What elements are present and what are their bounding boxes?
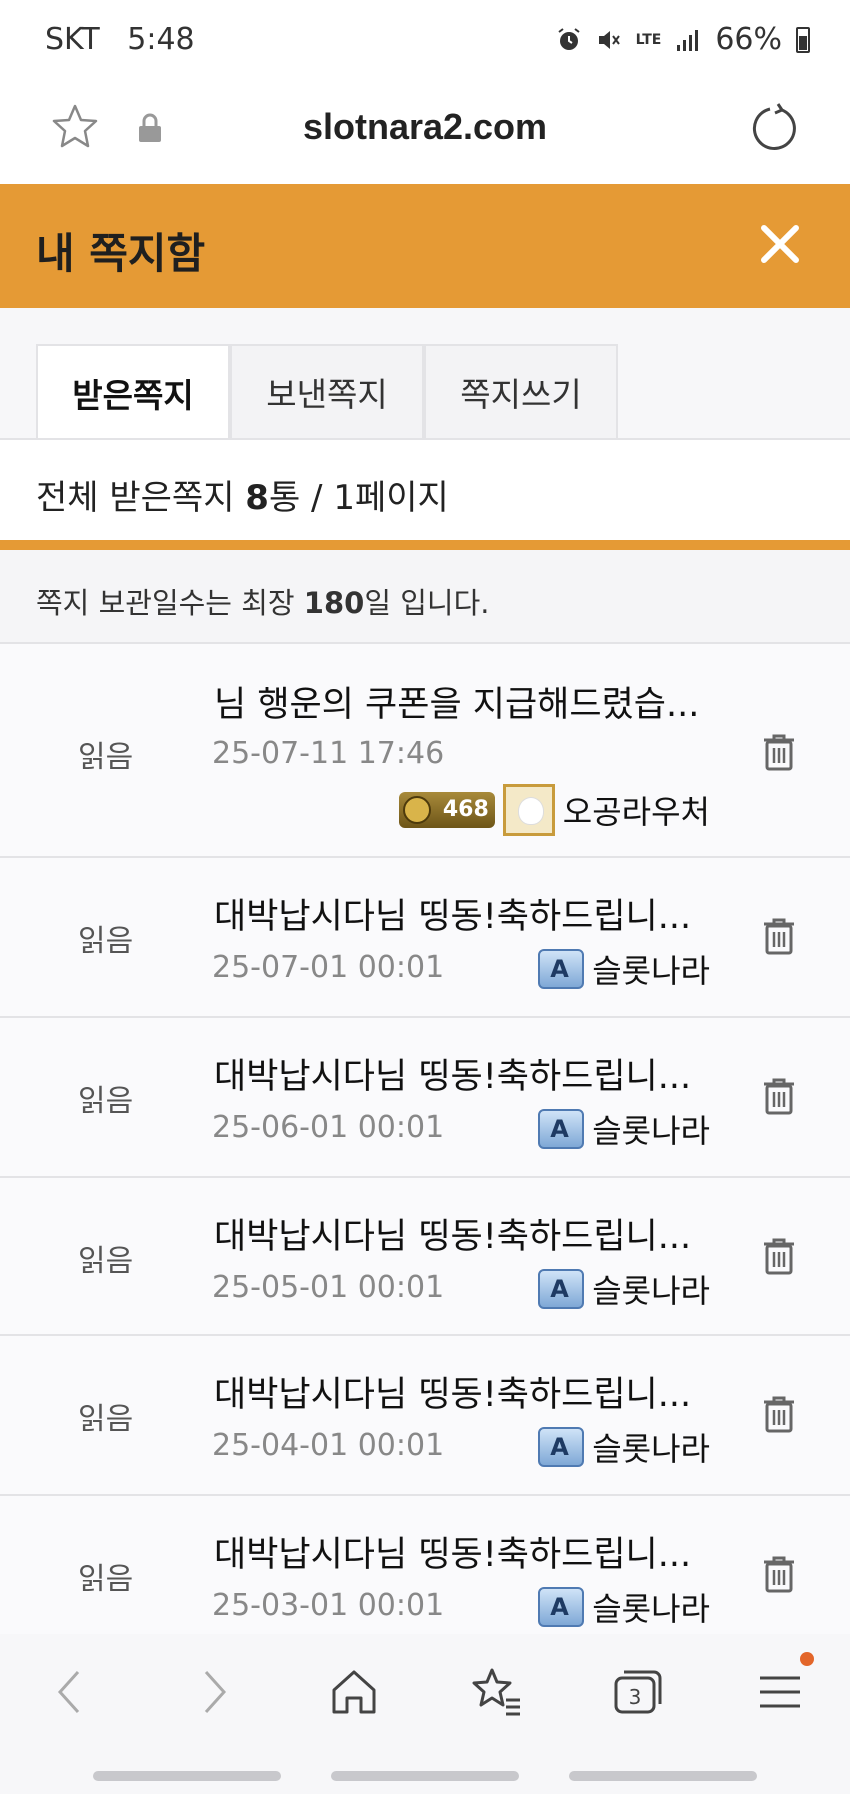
level-badge: 468: [398, 792, 495, 828]
message-title[interactable]: 대박납시다님 띵동!축하드립니...: [214, 1526, 691, 1577]
gesture-bar: [569, 1771, 757, 1781]
level-number: 468: [442, 797, 489, 822]
trash-icon[interactable]: [761, 1554, 797, 1594]
message-date: 25-03-01 00:01: [212, 1588, 445, 1623]
trash-icon[interactable]: [761, 916, 797, 956]
clock: 5:48: [127, 22, 195, 57]
message-sender[interactable]: A 슬롯나라: [538, 1424, 710, 1470]
tab-compose[interactable]: 쪽지쓰기: [424, 344, 618, 440]
browser-bottom-nav: 3: [0, 1634, 850, 1794]
admin-badge: A: [538, 1587, 585, 1627]
admin-badge-letter: A: [550, 1115, 569, 1143]
notification-dot: [800, 1652, 814, 1666]
message-date: 25-05-01 00:01: [212, 1270, 445, 1305]
sender-name: 슬롯나라: [592, 952, 710, 990]
message-title[interactable]: 대박납시다님 띵동!축하드립니...: [214, 1366, 691, 1417]
page-title: 내 쪽지함: [36, 229, 206, 278]
message-date: 25-06-01 00:01: [212, 1110, 445, 1145]
back-icon[interactable]: [42, 1664, 98, 1720]
battery-icon: [796, 26, 810, 53]
message-row[interactable]: 읽음 대박납시다님 띵동!축하드립니... 25-05-01 00:01 A 슬…: [0, 1178, 850, 1336]
read-status: 읽음: [78, 1562, 134, 1597]
message-date: 25-07-01 00:01: [212, 950, 445, 985]
home-icon[interactable]: [326, 1664, 382, 1720]
message-row[interactable]: 읽음 대박납시다님 띵동!축하드립니... 25-04-01 00:01 A 슬…: [0, 1336, 850, 1496]
close-icon[interactable]: [750, 214, 810, 274]
tabs-icon[interactable]: 3: [610, 1664, 666, 1720]
sender-name: 슬롯나라: [592, 1112, 710, 1150]
avatar: [502, 784, 555, 836]
message-date: 25-07-11 17:46: [212, 736, 445, 771]
message-row[interactable]: 읽음 대박납시다님 띵동!축하드립니... 25-03-01 00:01 A 슬…: [0, 1496, 850, 1634]
message-title[interactable]: 님 행운의 쿠폰을 지급해드렸습...: [214, 676, 699, 727]
tab-count: 3: [629, 1685, 642, 1709]
message-row[interactable]: 읽음 대박납시다님 띵동!축하드립니... 25-06-01 00:01 A 슬…: [0, 1018, 850, 1178]
sender-name: 슬롯나라: [592, 1430, 710, 1468]
tab-sent[interactable]: 보낸쪽지: [230, 344, 424, 440]
message-sender[interactable]: A 슬롯나라: [538, 1584, 710, 1630]
trash-icon[interactable]: [761, 1236, 797, 1276]
carrier: SKT: [45, 22, 100, 57]
summary-text: 전체 받은쪽지 8통 / 1페이지: [36, 470, 449, 519]
trash-icon[interactable]: [761, 1394, 797, 1434]
read-status: 읽음: [78, 740, 134, 775]
sender-name: 오공라우처: [562, 793, 710, 831]
message-row[interactable]: 읽음 대박납시다님 띵동!축하드립니... 25-07-01 00:01 A 슬…: [0, 858, 850, 1018]
message-sender[interactable]: A 슬롯나라: [538, 1266, 710, 1312]
tab-received[interactable]: 받은쪽지: [36, 344, 230, 442]
sender-name: 슬롯나라: [592, 1590, 710, 1628]
summary-prefix: 전체 받은쪽지: [36, 478, 246, 518]
admin-badge-letter: A: [550, 955, 569, 983]
gesture-bar: [331, 1771, 519, 1781]
inbox-header: 내 쪽지함: [0, 184, 850, 308]
summary-suffix: 통 / 1페이지: [268, 478, 449, 518]
signal-icon: [677, 29, 699, 51]
admin-badge: A: [538, 1269, 585, 1309]
browser-address-bar: slotnara2.com: [0, 84, 850, 184]
admin-badge-letter: A: [550, 1275, 569, 1303]
status-right: LTE 66%: [556, 22, 810, 57]
trash-icon[interactable]: [761, 732, 797, 772]
message-sender[interactable]: A 슬롯나라: [538, 1106, 710, 1152]
gesture-bar: [93, 1771, 281, 1781]
message-date: 25-04-01 00:01: [212, 1428, 445, 1463]
retention-suffix: 일 입니다.: [364, 586, 490, 620]
mute-icon: [598, 30, 620, 49]
forward-icon[interactable]: [186, 1664, 242, 1720]
url-text[interactable]: slotnara2.com: [0, 106, 850, 148]
read-status: 읽음: [78, 1084, 134, 1119]
message-count: 8: [245, 478, 269, 518]
message-sender[interactable]: 468 오공라우처: [398, 784, 710, 836]
trash-icon[interactable]: [761, 1076, 797, 1116]
admin-badge-letter: A: [550, 1593, 569, 1621]
battery-percent: 66%: [715, 22, 782, 57]
bookmarks-icon[interactable]: [468, 1664, 524, 1720]
read-status: 읽음: [78, 924, 134, 959]
message-title[interactable]: 대박납시다님 띵동!축하드립니...: [214, 888, 691, 939]
read-status: 읽음: [78, 1244, 134, 1279]
menu-icon[interactable]: [752, 1664, 808, 1720]
network-type: LTE: [635, 31, 662, 48]
message-title[interactable]: 대박납시다님 띵동!축하드립니...: [214, 1208, 691, 1259]
status-left: SKT 5:48: [45, 22, 195, 57]
message-title[interactable]: 대박납시다님 띵동!축하드립니...: [214, 1048, 691, 1099]
retention-notice: 쪽지 보관일수는 최장 180일 입니다.: [0, 550, 850, 644]
admin-badge-letter: A: [550, 1433, 569, 1461]
admin-badge: A: [538, 949, 585, 989]
read-status: 읽음: [78, 1402, 134, 1437]
reload-icon[interactable]: [748, 102, 800, 154]
admin-badge: A: [538, 1427, 585, 1467]
retention-text: 쪽지 보관일수는 최장 180일 입니다.: [36, 580, 490, 622]
alarm-icon: [557, 27, 580, 50]
inbox-summary: 전체 받은쪽지 8통 / 1페이지: [0, 440, 850, 540]
status-bar: SKT 5:48 LTE 66%: [0, 0, 850, 84]
sender-name: 슬롯나라: [592, 1272, 710, 1310]
tab-bar: 받은쪽지 보낸쪽지 쪽지쓰기: [0, 308, 850, 442]
retention-prefix: 쪽지 보관일수는 최장: [36, 586, 304, 620]
message-sender[interactable]: A 슬롯나라: [538, 946, 710, 992]
admin-badge: A: [538, 1109, 585, 1149]
retention-days: 180: [303, 586, 365, 620]
message-row[interactable]: 읽음 님 행운의 쿠폰을 지급해드렸습... 25-07-11 17:46 46…: [0, 644, 850, 858]
orange-divider: [0, 540, 850, 550]
